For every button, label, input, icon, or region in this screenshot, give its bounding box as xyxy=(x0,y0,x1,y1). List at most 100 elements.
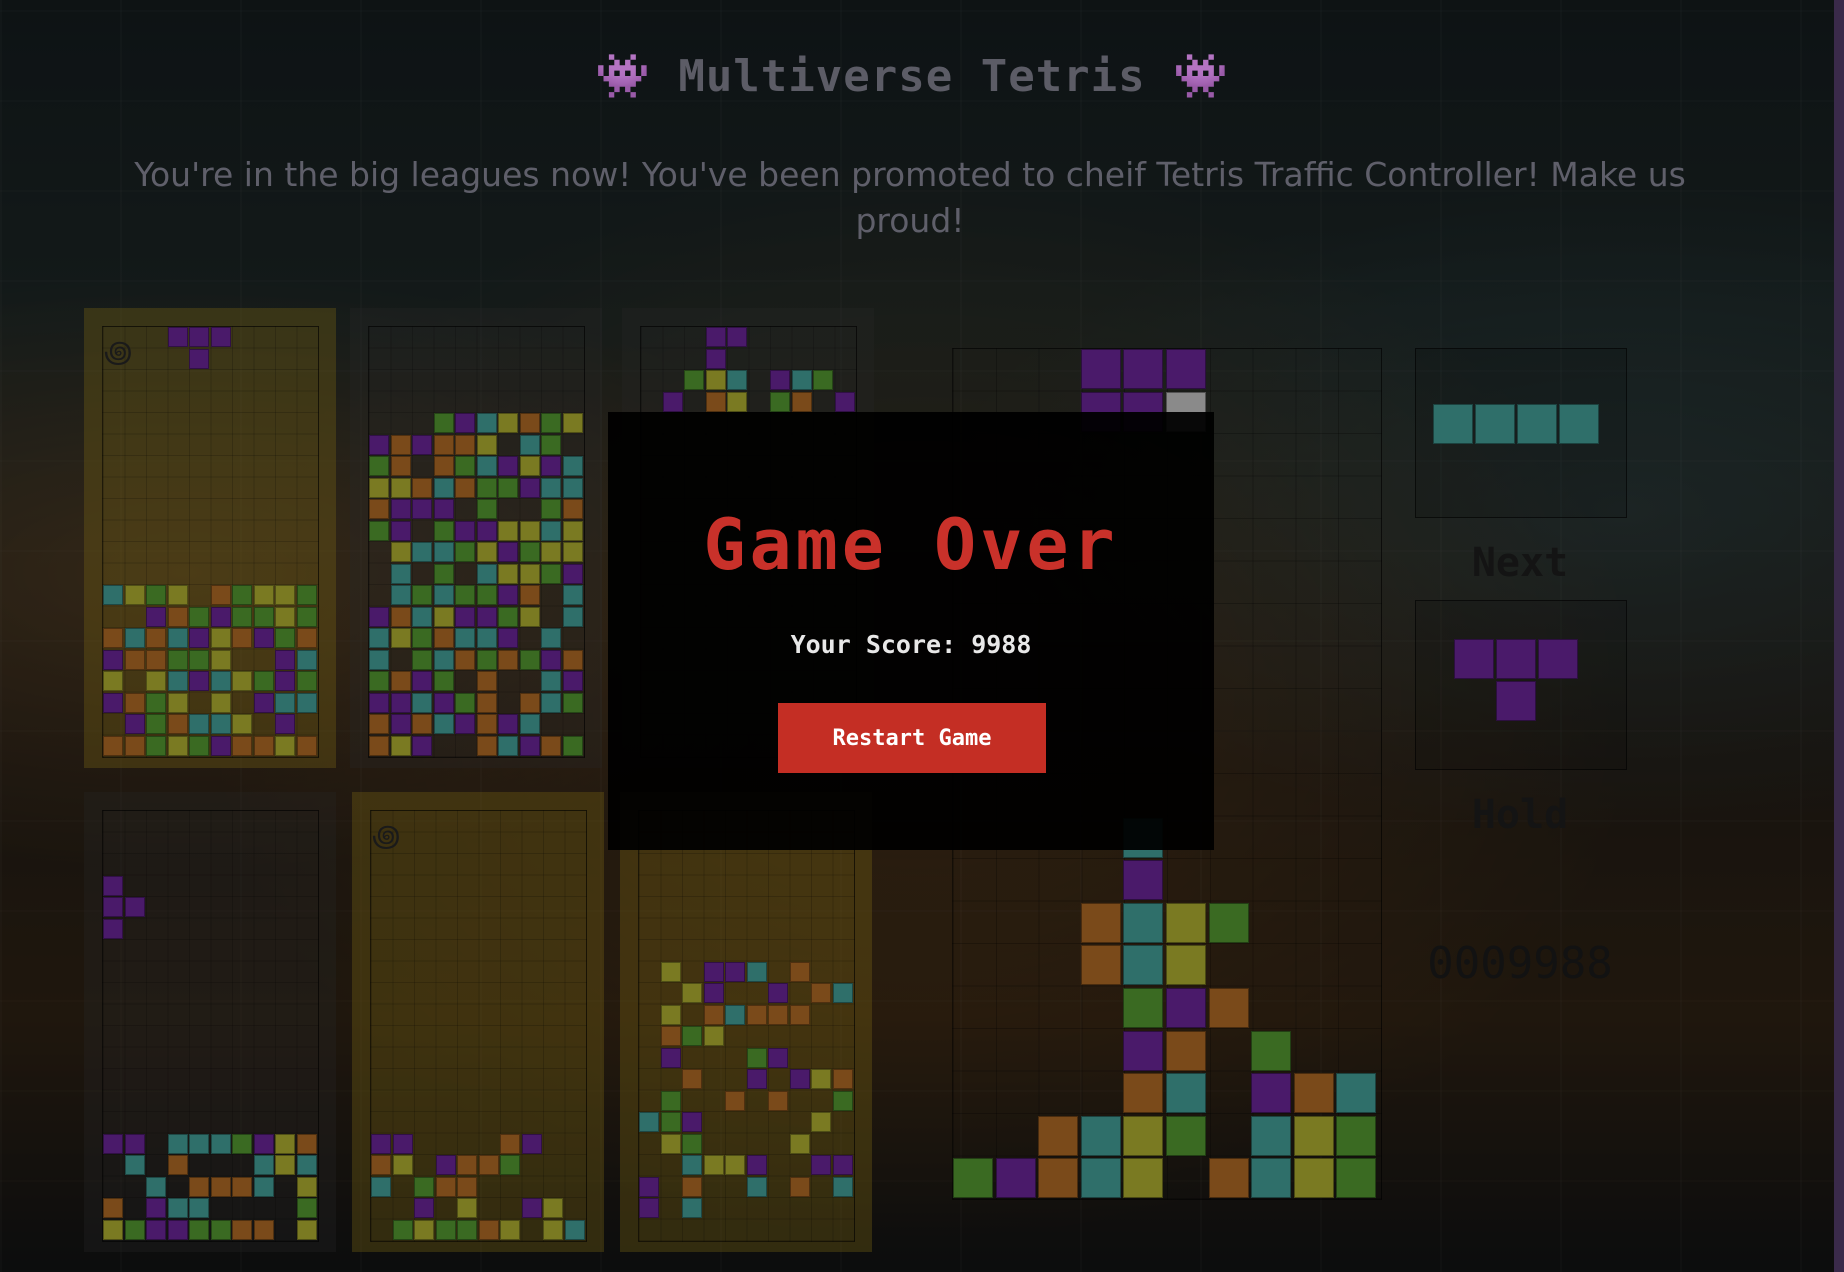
block xyxy=(457,1219,477,1240)
block xyxy=(682,1176,702,1197)
page-title: 👾 Multiverse Tetris 👾 xyxy=(595,51,1229,102)
block xyxy=(478,1155,499,1175)
block xyxy=(746,1004,767,1025)
block xyxy=(1123,902,1164,943)
block xyxy=(639,1112,659,1132)
block xyxy=(519,585,540,605)
block xyxy=(519,413,540,433)
block xyxy=(476,692,497,713)
block xyxy=(189,714,209,734)
block xyxy=(703,983,724,1003)
block xyxy=(433,671,454,691)
block xyxy=(369,649,389,670)
block xyxy=(498,606,518,627)
block xyxy=(210,671,231,691)
block xyxy=(562,606,583,627)
block xyxy=(703,1004,724,1025)
block xyxy=(684,370,704,390)
block xyxy=(746,1047,767,1068)
next-piece-box xyxy=(1415,348,1627,518)
block xyxy=(412,692,432,713)
block xyxy=(498,735,518,756)
block xyxy=(789,1133,810,1154)
score-display: 0009988 xyxy=(1427,938,1613,989)
block xyxy=(476,413,497,433)
spiral-icon: ꩜ xyxy=(104,335,133,370)
block xyxy=(146,585,166,605)
block xyxy=(476,714,497,734)
block xyxy=(189,671,209,691)
block xyxy=(791,391,812,412)
block xyxy=(639,1198,659,1218)
block xyxy=(703,1026,724,1046)
block xyxy=(746,1176,767,1197)
block xyxy=(296,1155,317,1175)
block xyxy=(412,671,432,691)
block xyxy=(768,1004,788,1025)
restart-game-button[interactable]: Restart Game xyxy=(778,703,1046,773)
block xyxy=(476,499,497,519)
block xyxy=(476,434,497,455)
block xyxy=(768,1047,788,1068)
block xyxy=(519,692,540,713)
block xyxy=(541,542,561,562)
block xyxy=(562,585,583,605)
block xyxy=(834,391,855,412)
block xyxy=(167,585,188,605)
block xyxy=(455,477,475,498)
block xyxy=(811,983,831,1003)
block xyxy=(541,520,561,541)
block xyxy=(500,1155,520,1175)
block xyxy=(390,735,411,756)
block xyxy=(682,1198,702,1218)
block xyxy=(1251,1158,1292,1199)
block xyxy=(562,735,583,756)
block xyxy=(232,1176,252,1197)
block xyxy=(189,735,209,756)
block xyxy=(811,1155,831,1175)
block xyxy=(564,1219,585,1240)
block xyxy=(1166,1115,1206,1156)
block xyxy=(1516,403,1557,444)
block xyxy=(562,413,583,433)
block xyxy=(500,1219,520,1240)
block xyxy=(253,628,274,648)
block xyxy=(390,434,411,455)
mini-board-grid xyxy=(102,326,319,758)
block xyxy=(435,1219,456,1240)
block xyxy=(500,1133,520,1154)
block xyxy=(498,456,518,476)
block xyxy=(1293,1158,1334,1199)
block xyxy=(770,391,790,412)
block xyxy=(232,1219,252,1240)
block xyxy=(455,628,475,648)
block xyxy=(455,585,475,605)
block xyxy=(433,542,454,562)
block xyxy=(789,1004,810,1025)
block xyxy=(253,1155,274,1175)
block xyxy=(412,606,432,627)
block xyxy=(275,585,295,605)
block xyxy=(832,983,853,1003)
block xyxy=(253,1219,274,1240)
block xyxy=(476,477,497,498)
block xyxy=(392,1133,413,1154)
block xyxy=(682,1155,702,1175)
block xyxy=(275,1133,295,1154)
block xyxy=(103,1219,123,1240)
block xyxy=(232,714,252,734)
block xyxy=(296,628,317,648)
block xyxy=(103,735,123,756)
block xyxy=(369,714,389,734)
block xyxy=(1495,638,1536,679)
block xyxy=(146,671,166,691)
block xyxy=(210,714,231,734)
block xyxy=(103,671,123,691)
block xyxy=(455,434,475,455)
block xyxy=(770,370,790,390)
block xyxy=(1432,403,1473,444)
block xyxy=(1293,1115,1334,1156)
block xyxy=(519,456,540,476)
block xyxy=(371,1176,391,1197)
block xyxy=(1080,902,1121,943)
